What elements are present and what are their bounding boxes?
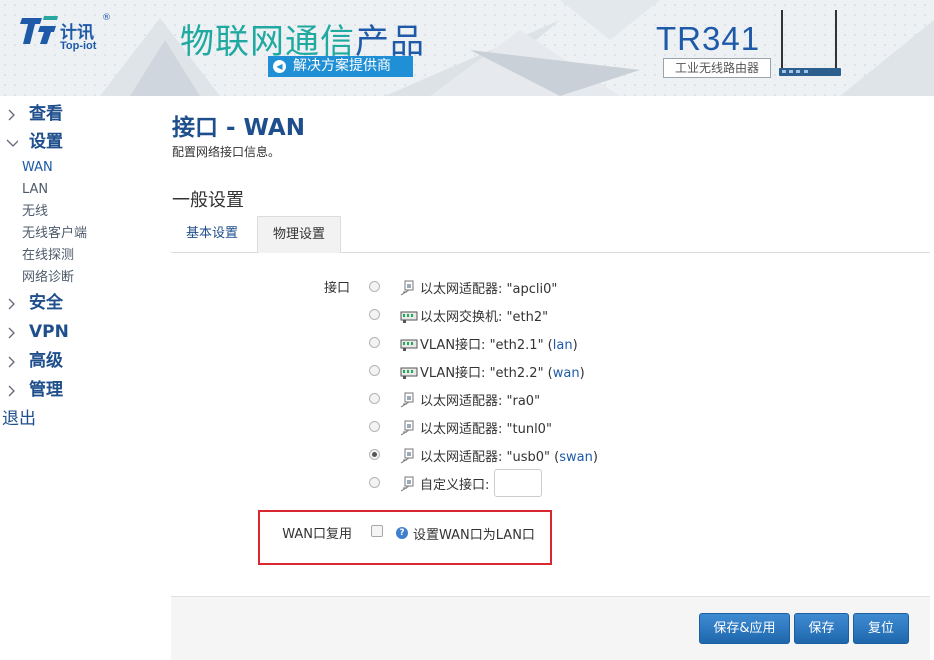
interface-radio[interactable]	[369, 337, 380, 348]
interface-radio[interactable]	[369, 477, 380, 488]
tab-physical-settings[interactable]: 物理设置	[257, 216, 341, 253]
interface-option-usb0[interactable]: 以太网适配器: "usb0" (swan)	[369, 445, 609, 467]
menu-item-logout[interactable]: 退出	[0, 405, 160, 433]
network-link-wan[interactable]: wan	[553, 366, 580, 381]
brand-name-en: Top-iot	[60, 40, 97, 52]
interface-option-apcli0[interactable]: 以太网适配器: "apcli0"	[369, 277, 609, 299]
interface-radio[interactable]	[369, 393, 380, 404]
brand-logo[interactable]: 计讯 ® Top-iot	[20, 13, 130, 54]
adapter-icon	[400, 392, 414, 408]
chevron-right-icon	[8, 356, 15, 368]
chevron-right-icon	[8, 298, 15, 310]
chevron-down-icon	[6, 139, 18, 147]
registered-mark: ®	[102, 13, 111, 23]
interface-option-custom[interactable]: 自定义接口:	[369, 473, 489, 495]
play-icon: ◀	[273, 60, 286, 73]
interface-option-tunl0[interactable]: 以太网适配器: "tunl0"	[369, 417, 609, 439]
wan-reuse-label: WAN口复用	[282, 527, 352, 542]
interface-radio[interactable]	[369, 421, 380, 432]
interface-option-eth2-2[interactable]: VLAN接口: "eth2.2" (wan)	[369, 361, 609, 383]
custom-interface-input[interactable]	[494, 469, 542, 497]
interface-option-eth2[interactable]: 以太网交换机: "eth2"	[369, 305, 609, 327]
menu-item-wireless[interactable]: 无线	[0, 201, 160, 223]
menu-item-advanced[interactable]: 高级	[0, 347, 160, 376]
network-link-swan[interactable]: swan	[559, 450, 593, 465]
menu-item-vpn[interactable]: VPN	[0, 318, 160, 347]
adapter-icon	[400, 476, 414, 492]
settings-tabs: 基本设置 物理设置	[171, 216, 930, 253]
wan-reuse-checkbox[interactable]	[371, 525, 383, 537]
switch-icon	[400, 339, 418, 351]
help-icon: ?	[396, 527, 408, 539]
save-button[interactable]: 保存	[794, 613, 849, 644]
menu-item-network-diagnosis[interactable]: 网络诊断	[0, 267, 160, 289]
device-model: TR341	[656, 20, 761, 57]
switch-icon	[400, 367, 418, 379]
menu-item-view[interactable]: 查看	[0, 100, 160, 128]
section-title: 一般设置	[172, 190, 244, 211]
page-description: 配置网络接口信息。	[172, 145, 281, 159]
banner-sub-slogan: ◀ 解决方案提供商	[268, 56, 413, 77]
adapter-icon	[400, 280, 414, 296]
adapter-icon	[400, 448, 414, 464]
menu-item-lan[interactable]: LAN	[0, 179, 160, 201]
interface-radio[interactable]	[369, 281, 380, 292]
menu-item-wireless-client[interactable]: 无线客户端	[0, 223, 160, 245]
menu-item-settings[interactable]: 设置	[0, 128, 160, 157]
interface-option-ra0[interactable]: 以太网适配器: "ra0"	[369, 389, 609, 411]
chevron-right-icon	[8, 385, 15, 397]
menu-item-online-detect[interactable]: 在线探测	[0, 245, 160, 267]
switch-icon	[400, 311, 418, 323]
wan-reuse-help-text: 设置WAN口为LAN口	[413, 528, 535, 543]
top-iot-logo-icon	[20, 16, 58, 44]
adapter-icon	[400, 420, 414, 436]
save-apply-button[interactable]: 保存&应用	[699, 613, 790, 644]
interface-option-eth2-1[interactable]: VLAN接口: "eth2.1" (lan)	[369, 333, 609, 355]
menu-item-security[interactable]: 安全	[0, 289, 160, 318]
tab-basic-settings[interactable]: 基本设置	[171, 216, 257, 252]
device-model-subtitle: 工业无线路由器	[663, 58, 771, 78]
network-link-lan[interactable]: lan	[553, 338, 573, 353]
interface-radio[interactable]	[369, 309, 380, 320]
menu-item-wan[interactable]: WAN	[0, 157, 160, 179]
interface-label: 接口	[323, 281, 350, 296]
router-icon	[779, 10, 841, 76]
header-banner: 计讯 ® Top-iot 物联网通信产品 ◀ 解决方案提供商 TR341 工业无…	[0, 0, 934, 96]
chevron-right-icon	[8, 327, 15, 339]
interface-radio[interactable]	[369, 365, 380, 376]
page-title: 接口 - WAN	[172, 115, 305, 141]
sidebar-menu: 查看 设置 WAN LAN 无线 无线客户端 在线探测 网络诊断 安全 VPN …	[0, 100, 160, 433]
chevron-right-icon	[8, 109, 15, 121]
interface-radio-selected[interactable]	[369, 449, 380, 460]
reset-button[interactable]: 复位	[853, 613, 909, 644]
menu-item-manage[interactable]: 管理	[0, 376, 160, 405]
